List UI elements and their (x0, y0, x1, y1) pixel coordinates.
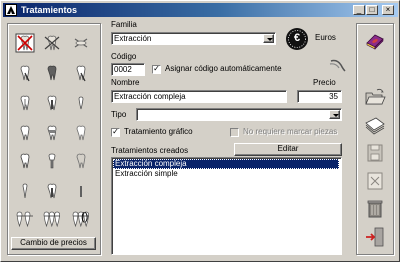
tipo-dropdown-button[interactable] (329, 110, 340, 119)
tooth-white-icon[interactable] (71, 123, 91, 143)
tipo-label: Tipo (111, 110, 127, 119)
no-requiere-marcar-label: No requiere marcar piezas (243, 127, 338, 136)
tooth-crossed-icon[interactable] (71, 33, 91, 53)
book-icon[interactable] (363, 29, 387, 53)
tratamientos-window: Tratamientos _ □ × () Cambio de precios … (0, 0, 400, 262)
tratamiento-grafico-checkbox[interactable]: ✓ (111, 128, 120, 137)
euro-symbol: € (293, 32, 301, 44)
save-disk-icon[interactable] (363, 141, 387, 165)
asignar-codigo-checkbox[interactable]: ✓ (152, 65, 161, 74)
tooth-filled-crown-icon[interactable] (42, 63, 62, 83)
window-title: Tratamientos (21, 5, 78, 15)
tooth-implant-icon[interactable] (42, 151, 62, 171)
tooth-x-gray-icon[interactable] (42, 33, 62, 53)
list-item[interactable]: Extracción simple (113, 169, 339, 179)
tratamientos-creados-label: Tratamientos creados (111, 146, 189, 155)
minimize-button[interactable]: _ (353, 5, 365, 15)
tratamientos-listbox[interactable]: Extracción compleja Extracción simple (111, 157, 342, 255)
tooth-single-root-icon[interactable] (15, 181, 35, 201)
precio-label: Precio (313, 78, 336, 87)
parentheses-label: () (81, 211, 89, 223)
app-tooth-icon (5, 4, 17, 16)
tooth-with-pin-2-icon[interactable] (71, 63, 91, 83)
folder-open-icon[interactable] (363, 85, 387, 109)
codigo-label: Código (111, 52, 137, 61)
precio-value: 35 (329, 92, 338, 101)
maximize-button[interactable]: □ (366, 5, 378, 15)
nombre-value: Extracción compleja (114, 92, 186, 101)
tooth-double-root-icon[interactable] (15, 123, 35, 143)
instrument-icon[interactable] (327, 55, 347, 75)
tooth-post-icon[interactable] (42, 93, 62, 113)
title-bar[interactable]: Tratamientos _ □ × (3, 3, 398, 17)
list-item[interactable]: Extracción compleja (113, 159, 339, 169)
familia-value: Extracción (114, 34, 152, 43)
familia-dropdown-button[interactable] (263, 34, 274, 43)
codigo-input[interactable]: 0002 (111, 63, 145, 76)
tooth-implant-small-icon[interactable] (71, 93, 91, 113)
tooth-bracket-icon[interactable] (42, 123, 62, 143)
nombre-input[interactable]: Extracción compleja (111, 90, 287, 103)
no-requiere-marcar-checkbox[interactable] (230, 128, 239, 137)
asignar-codigo-label: Asignar código automáticamente (165, 64, 282, 73)
tooth-root-canal-icon[interactable] (15, 93, 35, 113)
familia-combobox[interactable]: Extracción (111, 32, 276, 45)
euro-coin-icon[interactable]: € (285, 27, 309, 51)
tooth-crown-icon[interactable] (15, 151, 35, 171)
euros-label: Euros (315, 33, 336, 42)
trash-icon[interactable] (363, 197, 387, 221)
precio-input[interactable]: 35 (297, 90, 342, 103)
codigo-value: 0002 (114, 65, 132, 74)
tratamiento-grafico-label: Tratamiento gráfico (124, 127, 193, 136)
teeth-bridge-icon[interactable] (15, 209, 35, 229)
cambio-de-precios-button[interactable]: Cambio de precios (11, 237, 96, 250)
exit-door-icon[interactable] (363, 225, 387, 249)
nombre-label: Nombre (111, 78, 140, 87)
tooth-bar-icon[interactable] (71, 181, 91, 201)
edit-document-icon[interactable] (363, 169, 387, 193)
tooth-partial-icon[interactable] (71, 151, 91, 171)
pages-icon[interactable] (363, 113, 387, 137)
tooth-with-pin-icon[interactable] (15, 63, 35, 83)
tipo-combobox[interactable] (136, 108, 342, 121)
editar-button[interactable]: Editar (234, 143, 342, 156)
teeth-triple-bridge-icon[interactable] (42, 209, 62, 229)
tooth-x-red-icon[interactable] (15, 33, 35, 53)
tooth-post-2-icon[interactable] (42, 181, 62, 201)
familia-label: Familia (111, 20, 137, 29)
close-button[interactable]: × (382, 5, 394, 15)
